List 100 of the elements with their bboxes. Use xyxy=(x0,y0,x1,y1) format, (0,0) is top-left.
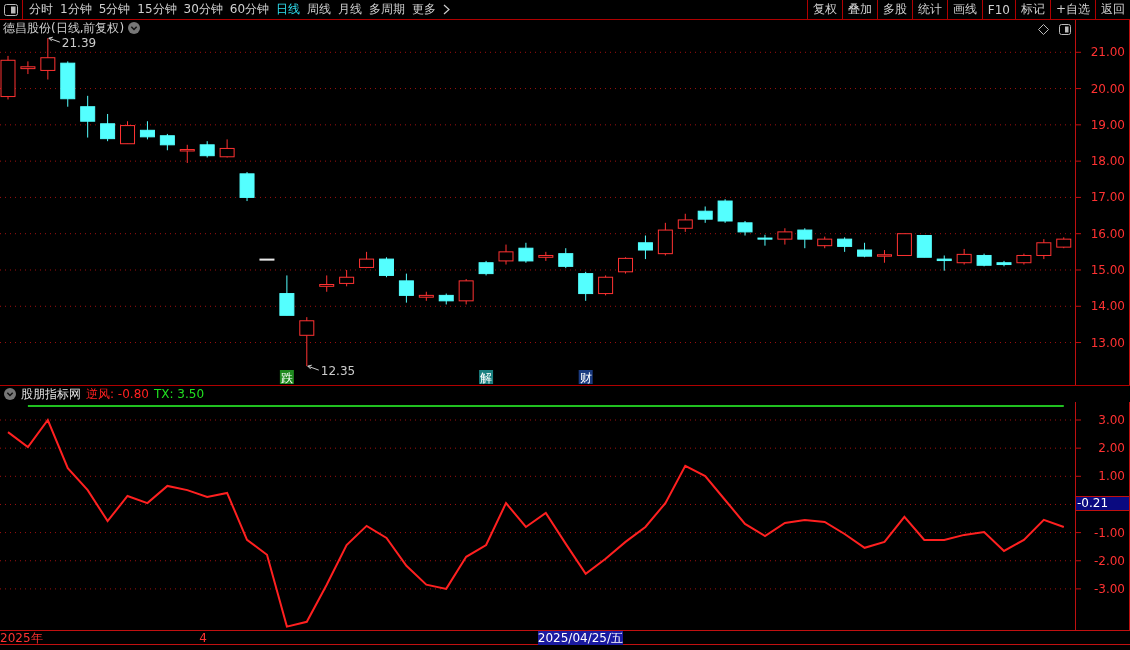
candle xyxy=(558,247,574,269)
candle xyxy=(259,258,275,261)
tick-label: 14.00 xyxy=(1090,298,1125,315)
candle xyxy=(916,235,932,258)
candle xyxy=(1036,238,1052,260)
candle xyxy=(996,260,1012,267)
leader-arrow xyxy=(307,364,320,371)
date-label: 4 xyxy=(199,631,207,645)
dropdown-icon[interactable] xyxy=(128,22,141,34)
tick-label: 19.00 xyxy=(1090,116,1125,133)
candle xyxy=(757,234,773,247)
price-label: 12.35 xyxy=(320,364,356,379)
date-label: 2025年 xyxy=(0,631,43,645)
candle xyxy=(478,260,494,276)
tick-label: 1.00 xyxy=(1098,468,1125,485)
candle xyxy=(359,251,375,269)
tick-label: 16.00 xyxy=(1090,225,1125,242)
signal-label: 财 xyxy=(579,370,592,385)
cursor-value: -0.21 xyxy=(1076,496,1129,511)
candle xyxy=(498,244,514,266)
signal-label: 解 xyxy=(480,370,493,385)
candle xyxy=(737,220,753,236)
chevron-right-icon[interactable] xyxy=(443,4,451,15)
tick-label: 15.00 xyxy=(1090,262,1125,278)
candle xyxy=(100,113,116,142)
period-tab[interactable]: 日线 xyxy=(276,1,301,18)
tick-label: -1.00 xyxy=(1093,524,1125,541)
price-label: 21.39 xyxy=(61,36,97,51)
tick-label: 18.00 xyxy=(1090,153,1125,170)
candle xyxy=(657,222,673,256)
dropdown-icon[interactable] xyxy=(4,388,16,400)
candle xyxy=(637,235,653,260)
panel-toggle-icon[interactable] xyxy=(4,3,18,16)
period-tab[interactable]: 分时 xyxy=(29,1,53,18)
candle xyxy=(379,256,394,278)
candle xyxy=(857,242,873,258)
candle xyxy=(279,274,295,316)
period-tab[interactable]: 周线 xyxy=(307,1,332,18)
tick-label: 2.00 xyxy=(1098,440,1125,457)
period-tab[interactable]: 15分钟 xyxy=(137,1,177,18)
tick-label: 17.00 xyxy=(1090,189,1125,206)
candle xyxy=(956,248,972,266)
tick-label: -2.00 xyxy=(1093,552,1125,569)
candle xyxy=(20,60,36,75)
candle xyxy=(139,120,155,140)
candle xyxy=(120,120,135,145)
cursor-date: 2025/04/25/五 xyxy=(537,631,624,645)
candle xyxy=(438,293,454,305)
indicator-name: 股朋指标网 xyxy=(21,385,81,403)
tick-label: 13.00 xyxy=(1090,334,1125,351)
candle xyxy=(219,138,235,158)
candle xyxy=(538,251,554,262)
candle xyxy=(598,274,614,296)
chart-title: 德昌股份(日线,前复权) xyxy=(3,20,125,36)
candle xyxy=(199,140,215,158)
candle xyxy=(896,233,912,256)
period-tab[interactable]: 60分钟 xyxy=(229,1,270,18)
candle xyxy=(518,242,534,264)
indicator-readout: 逆风: -0.80 xyxy=(86,385,149,403)
signal-label: 跌 xyxy=(280,370,293,385)
diamond-icon[interactable] xyxy=(1038,24,1049,35)
tick-label: -3.00 xyxy=(1093,580,1125,597)
candle xyxy=(159,133,175,151)
period-tab[interactable]: 月线 xyxy=(338,1,363,18)
candle xyxy=(618,256,633,275)
candle xyxy=(777,227,793,246)
period-tab[interactable]: 更多 xyxy=(412,1,437,18)
candle xyxy=(817,236,833,249)
candle xyxy=(677,213,693,233)
tick-label: 20.00 xyxy=(1090,80,1125,97)
candle xyxy=(877,249,892,264)
tick-label: 21.00 xyxy=(1090,44,1125,61)
period-tab[interactable]: 多周期 xyxy=(369,1,406,18)
candle xyxy=(299,316,315,367)
candle xyxy=(179,144,195,164)
leader-arrow xyxy=(48,36,61,43)
candle xyxy=(418,291,434,302)
candle xyxy=(717,198,733,224)
candle xyxy=(1016,253,1032,266)
candle xyxy=(239,171,255,202)
candle xyxy=(936,254,952,272)
candle xyxy=(458,278,474,305)
candle xyxy=(837,236,853,253)
candle xyxy=(319,274,335,293)
panel-toggle-icon[interactable] xyxy=(1059,24,1071,35)
period-tab[interactable]: 30分钟 xyxy=(183,1,223,18)
period-tab[interactable]: 5分钟 xyxy=(98,1,131,18)
tick-label: 3.00 xyxy=(1098,412,1125,428)
period-tab[interactable]: 1分钟 xyxy=(60,1,92,18)
candle xyxy=(40,37,56,80)
candle xyxy=(976,253,992,267)
candle xyxy=(80,95,96,139)
candle xyxy=(697,206,713,224)
indicator-readout: TX: 3.50 xyxy=(153,387,205,401)
candle xyxy=(578,271,594,302)
candle xyxy=(1056,236,1072,249)
candle xyxy=(339,269,355,287)
candle xyxy=(60,60,76,108)
candle xyxy=(797,227,813,249)
candle xyxy=(398,273,414,304)
